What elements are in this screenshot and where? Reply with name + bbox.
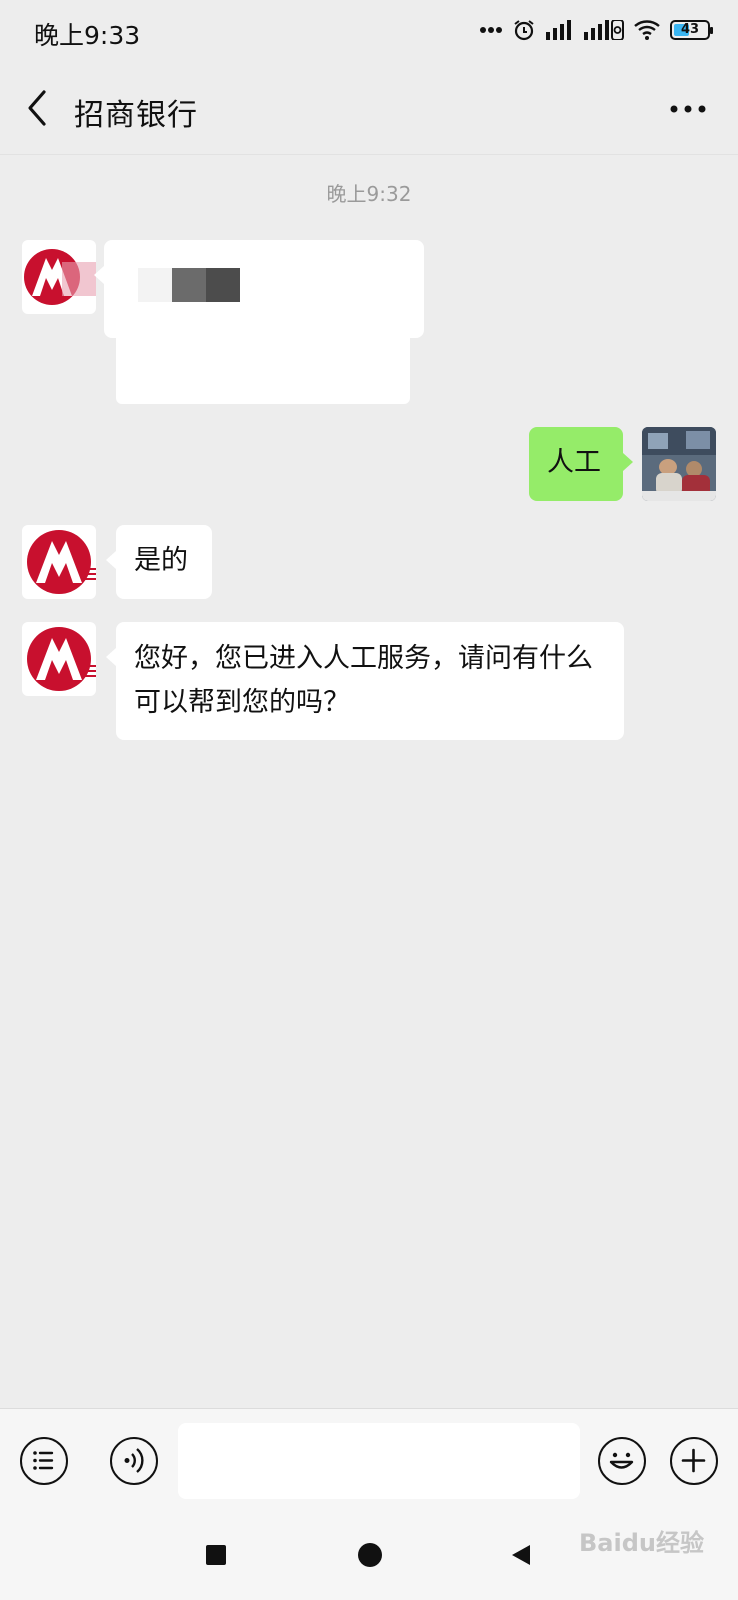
message-text: 是的 xyxy=(134,545,188,576)
status-bar: 晚上9:33 43 xyxy=(0,0,738,62)
message-text: 您好，您已进入人工服务，请问有什么可以帮到您的吗？ xyxy=(134,643,593,718)
battery-level: 43 xyxy=(680,22,700,37)
message-bubble-card-lower xyxy=(116,338,410,404)
blurred-block xyxy=(206,268,240,302)
recent-apps-button[interactable] xyxy=(206,1545,226,1565)
cmb-logo-icon xyxy=(27,627,96,691)
user-avatar[interactable] xyxy=(642,427,716,501)
emoji-icon xyxy=(609,1452,634,1469)
message-bubble-card[interactable] xyxy=(94,240,424,338)
more-options-button[interactable] xyxy=(666,92,710,126)
more-dots-icon xyxy=(480,26,502,34)
watermark: Baidu经验 xyxy=(579,1529,704,1557)
plus-button[interactable] xyxy=(670,1437,718,1485)
chat-timestamp: 晚上9:32 xyxy=(326,182,412,206)
blurred-block xyxy=(138,268,172,302)
message-text: 人工 xyxy=(547,447,601,478)
chat-title: 招商银行 xyxy=(74,98,198,133)
system-back-button[interactable] xyxy=(510,1543,532,1571)
blurred-block xyxy=(172,268,206,302)
emoji-button[interactable] xyxy=(598,1437,646,1485)
triangle-back-icon xyxy=(512,1545,530,1565)
status-icons: 43 xyxy=(480,18,713,42)
back-button[interactable] xyxy=(18,86,58,130)
voice-button[interactable] xyxy=(110,1437,158,1485)
bank-avatar[interactable] xyxy=(22,240,96,314)
signal-icon xyxy=(546,20,574,40)
message-bubble-sent[interactable]: 人工 xyxy=(529,427,633,501)
message-input[interactable] xyxy=(178,1423,580,1499)
alarm-icon xyxy=(512,18,536,42)
plus-icon xyxy=(681,1448,706,1473)
chat-header: 招商银行 xyxy=(0,62,738,155)
bank-avatar[interactable] xyxy=(22,622,96,696)
status-time: 晚上9:33 xyxy=(34,21,141,50)
home-button[interactable] xyxy=(358,1543,382,1567)
message-bubble-received[interactable]: 是的 xyxy=(106,525,212,599)
menu-button[interactable] xyxy=(20,1437,68,1485)
bank-avatar[interactable] xyxy=(22,525,96,599)
menu-icon xyxy=(33,1451,54,1470)
cmb-logo-icon xyxy=(27,530,96,594)
signal-icon xyxy=(584,20,624,40)
cmb-logo-icon xyxy=(24,249,96,305)
user-photo-icon xyxy=(642,427,716,501)
more-icon xyxy=(670,105,706,113)
back-arrow-icon xyxy=(28,90,46,126)
wifi-icon xyxy=(634,20,660,40)
message-bubble-received[interactable]: 您好，您已进入人工服务，请问有什么可以帮到您的吗？ xyxy=(106,622,624,740)
battery-icon: 43 xyxy=(670,20,713,40)
input-bar xyxy=(0,1408,738,1513)
voice-icon xyxy=(124,1448,144,1473)
